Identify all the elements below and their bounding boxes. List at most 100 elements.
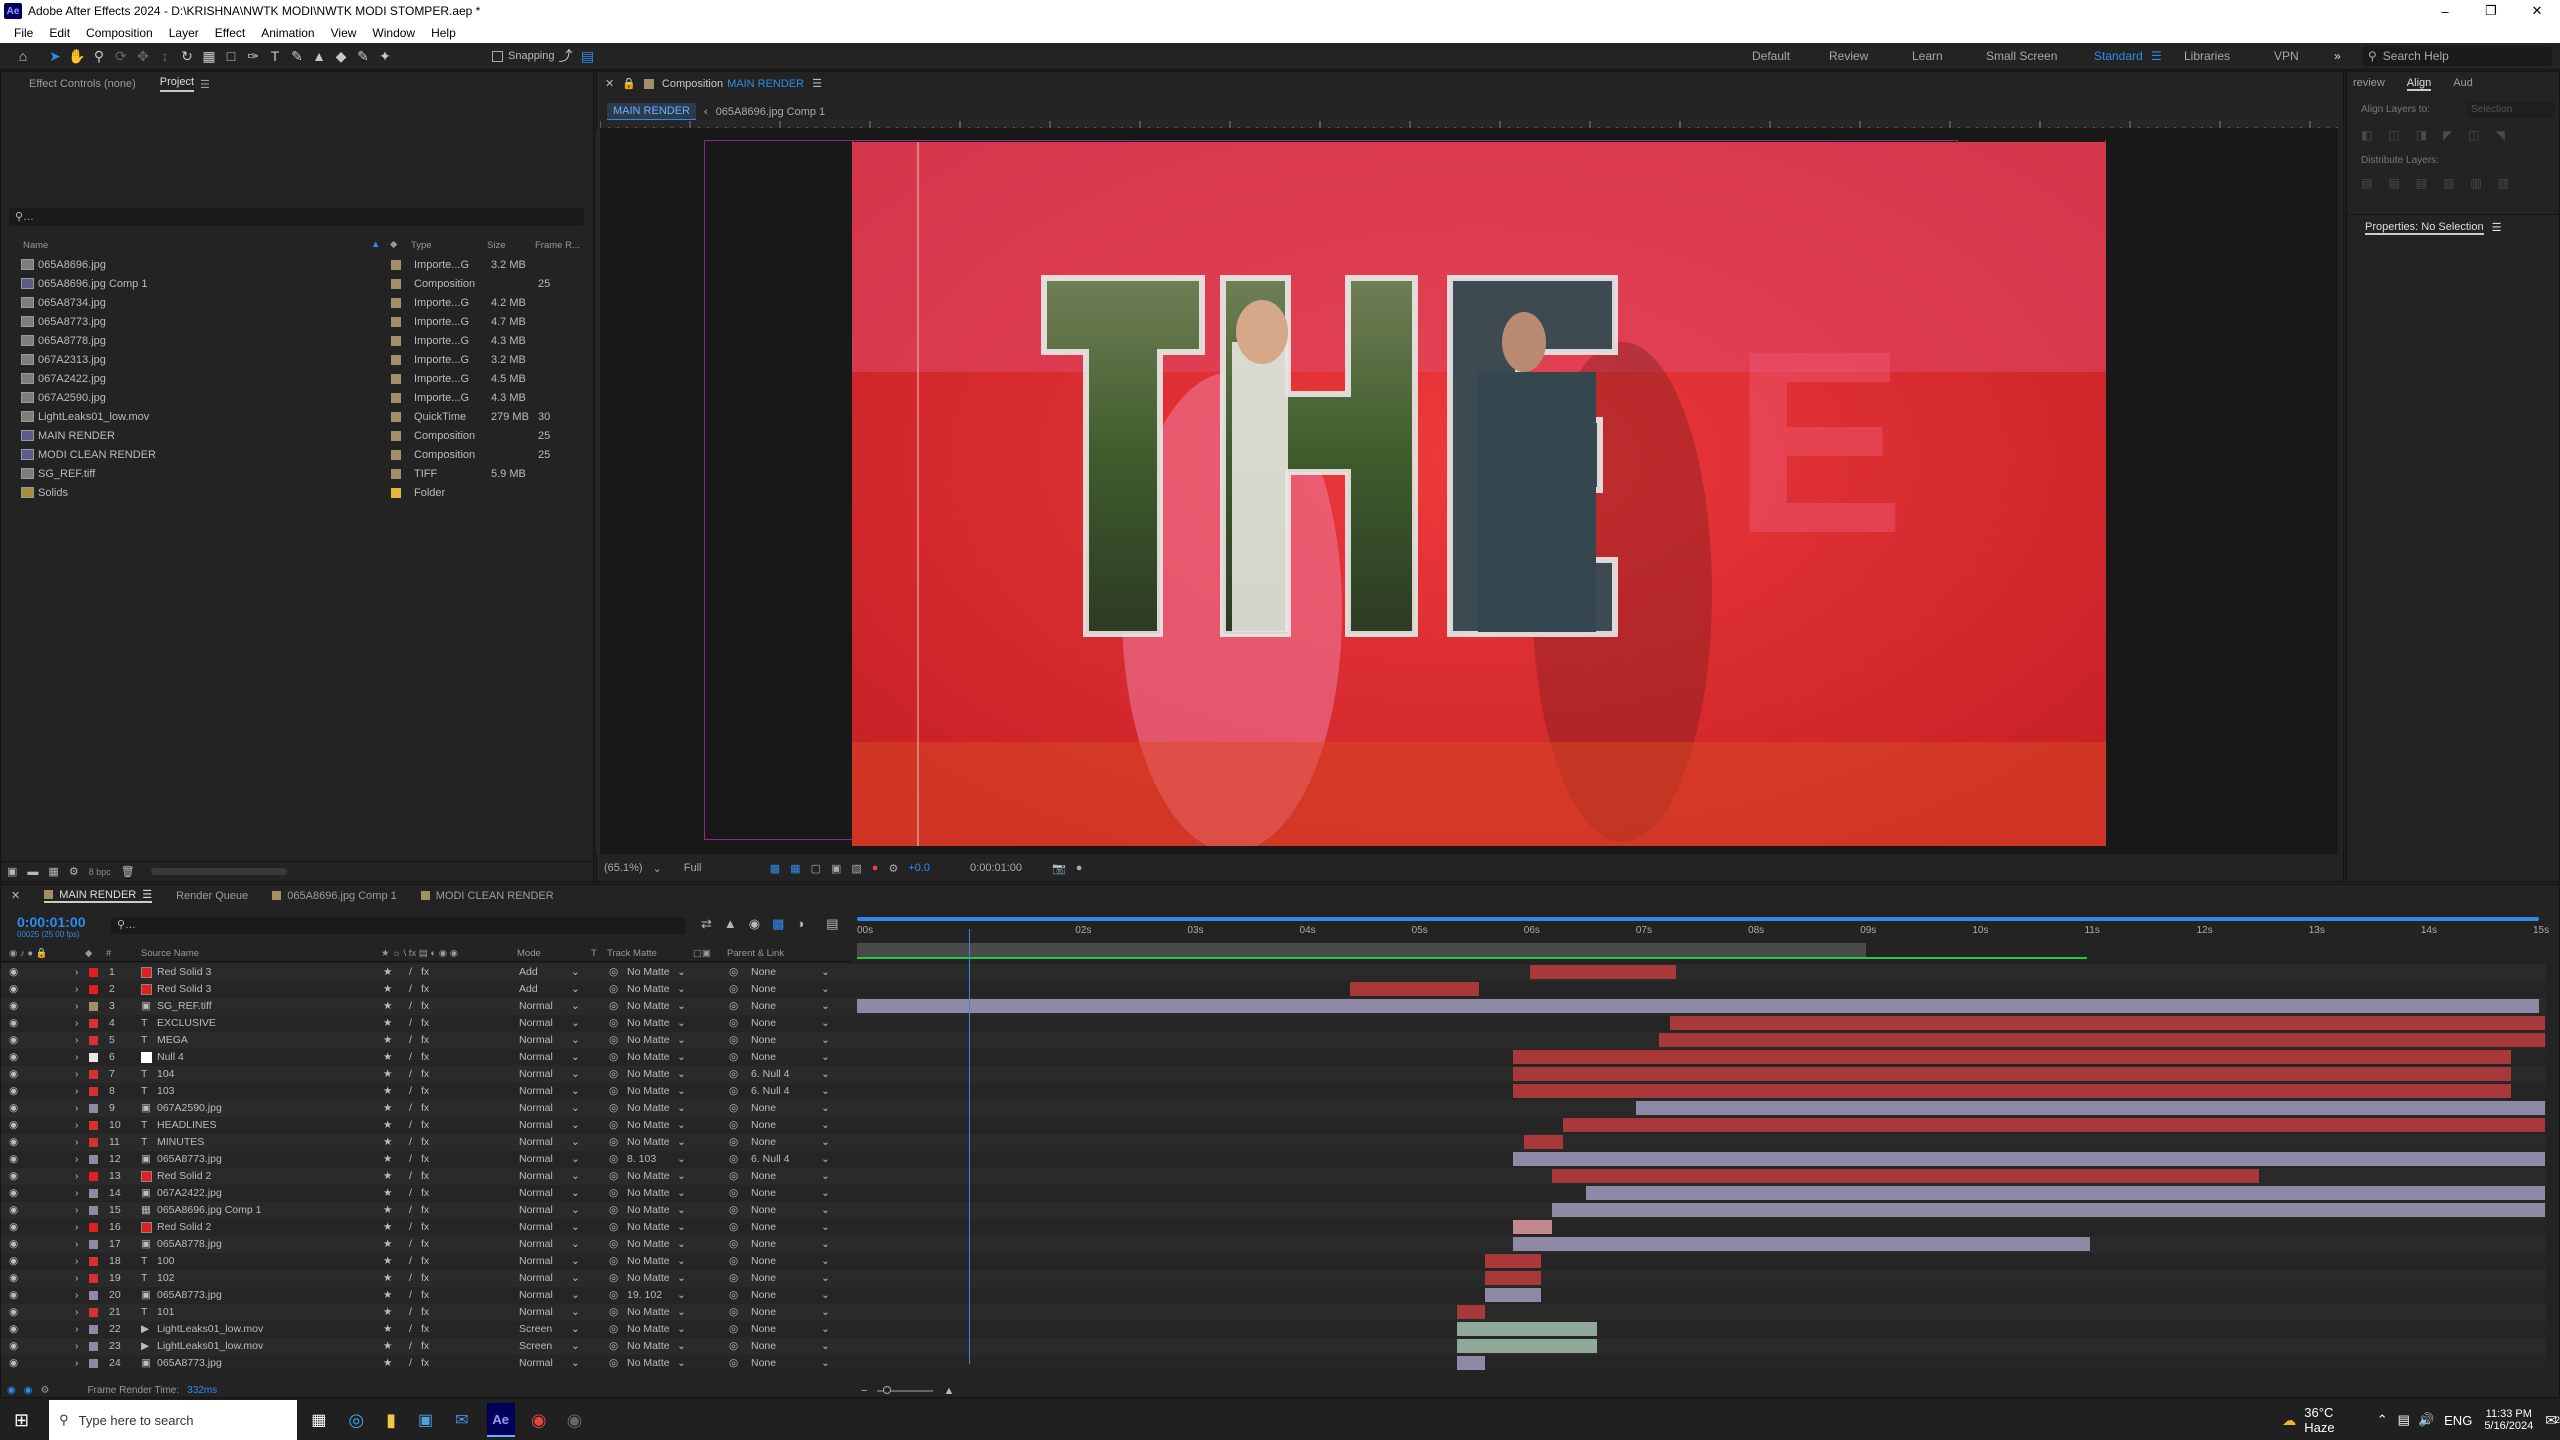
close-panel-icon[interactable]: ✕ — [605, 77, 614, 90]
align-vcenter-icon[interactable]: ◫ — [2468, 128, 2479, 142]
mode-chevron-icon[interactable]: ⌄ — [571, 1221, 580, 1233]
rectangle-tool-icon[interactable]: □ — [220, 45, 242, 67]
matte-chevron-icon[interactable]: ⌄ — [677, 1340, 686, 1352]
layer-duration-bar[interactable] — [1658, 1033, 2545, 1047]
project-item[interactable]: MODI CLEAN RENDER Composition 25 — [1, 445, 593, 464]
parent-chevron-icon[interactable]: ⌄ — [821, 1340, 830, 1352]
textcomp-layer-icon[interactable]: T — [141, 1085, 147, 1097]
image-layer-icon[interactable]: ▣ — [141, 1102, 151, 1114]
mode-chevron-icon[interactable]: ⌄ — [571, 1340, 580, 1352]
after-effects-taskbar-icon[interactable]: Ae — [486, 1403, 515, 1437]
layer-duration-bar[interactable] — [1669, 1016, 2545, 1030]
parent-pickwhip-icon[interactable]: ◎ — [729, 1221, 738, 1233]
quality-switch-icon[interactable]: / — [409, 1204, 412, 1216]
dolly-tool-icon[interactable]: ↕ — [154, 45, 176, 67]
track-matte-dropdown[interactable]: No Matte — [627, 1102, 670, 1114]
snapping-checkbox[interactable] — [492, 50, 503, 62]
parent-dropdown[interactable]: None — [751, 1340, 776, 1352]
effects-switch-icon[interactable]: fx — [421, 1051, 429, 1063]
lock-icon[interactable]: 🔒 — [622, 77, 636, 90]
shy-switch-icon[interactable]: ★ — [383, 1136, 392, 1148]
eraser-tool-icon[interactable]: ◆ — [330, 45, 352, 67]
start-windows-icon[interactable]: ⊞ — [14, 1410, 29, 1431]
project-item[interactable]: 065A8778.jpg Importe...G 4.3 MB — [1, 331, 593, 350]
expand-arrow-icon[interactable]: › — [75, 1340, 79, 1352]
matte-pickwhip-icon[interactable]: ◎ — [609, 1017, 618, 1029]
matte-chevron-icon[interactable]: ⌄ — [677, 1000, 686, 1012]
solid-color-icon[interactable] — [141, 1222, 152, 1233]
mode-chevron-icon[interactable]: ⌄ — [571, 1102, 580, 1114]
track-matte-dropdown[interactable]: No Matte — [627, 1340, 670, 1352]
blend-mode-dropdown[interactable]: Screen — [519, 1323, 552, 1335]
layer-duration-bar[interactable] — [1512, 1237, 2091, 1251]
blend-mode-dropdown[interactable]: Normal — [519, 1187, 553, 1199]
col-frame-rate[interactable]: Frame R... — [535, 240, 580, 251]
layer-duration-bar[interactable] — [1552, 1203, 2545, 1217]
blend-mode-dropdown[interactable]: Add — [519, 983, 538, 995]
timeline-menu-icon[interactable]: ☰ — [142, 888, 152, 901]
distribute-top-icon[interactable]: ▤ — [2361, 176, 2372, 190]
text-layer-icon[interactable]: T — [141, 1119, 147, 1131]
blend-mode-dropdown[interactable]: Normal — [519, 1051, 553, 1063]
visibility-eye-icon[interactable]: ◉ — [9, 1119, 18, 1131]
effects-switch-icon[interactable]: fx — [421, 1255, 429, 1267]
effects-switch-icon[interactable]: fx — [421, 1272, 429, 1284]
workspace-learn[interactable]: Learn — [1912, 49, 1943, 63]
shy-switch-icon[interactable]: ★ — [383, 1000, 392, 1012]
matte-pickwhip-icon[interactable]: ◎ — [609, 1306, 618, 1318]
quality-switch-icon[interactable]: / — [409, 1000, 412, 1012]
blend-mode-dropdown[interactable]: Normal — [519, 1017, 553, 1029]
layer-row[interactable]: ◉ › 14 ▣ 067A2422.jpg ★ / fx Normal ⌄ ◎ No Matte ⌄ ◎ N… — [1, 1185, 2546, 1202]
shy-switch-icon[interactable]: ★ — [383, 1187, 392, 1199]
new-comp-icon[interactable]: ▦ — [48, 865, 58, 878]
breadcrumb-comp-1[interactable]: 065A8696.jpg Comp 1 — [716, 106, 825, 118]
timeline-timecode[interactable]: 0:00:01:00 — [17, 914, 86, 930]
rotate-tool-icon[interactable]: ↻ — [176, 45, 198, 67]
parent-chevron-icon[interactable]: ⌄ — [821, 1255, 830, 1267]
bit-depth-label[interactable]: 8 bpc — [89, 867, 111, 877]
blend-mode-dropdown[interactable]: Normal — [519, 1238, 553, 1250]
layer-row[interactable]: ◉ › 1 Red Solid 3 ★ / fx Add ⌄ ◎ No Matte ⌄ ◎ None ⌄ — [1, 964, 2546, 981]
task-view-icon[interactable]: ▦ — [311, 1410, 326, 1430]
tab-main-render[interactable]: MAIN RENDER ☰ — [44, 888, 153, 903]
shy-switch-icon[interactable]: ★ — [383, 1068, 392, 1080]
layer-duration-bar[interactable] — [1484, 1254, 1541, 1268]
project-item[interactable]: 067A2590.jpg Importe...G 4.3 MB — [1, 388, 593, 407]
zoom-slider-knob[interactable] — [883, 1386, 892, 1394]
blend-mode-dropdown[interactable]: Normal — [519, 1289, 553, 1301]
quality-switch-icon[interactable]: / — [409, 1068, 412, 1080]
tab-project[interactable]: Project — [159, 76, 195, 92]
shy-switch-icon[interactable]: ★ — [383, 1238, 392, 1250]
text-layer-icon[interactable]: T — [141, 1034, 147, 1046]
layer-row[interactable]: ◉ › 13 Red Solid 2 ★ / fx Normal ⌄ ◎ No Matte ⌄ ◎ Non… — [1, 1168, 2546, 1185]
matte-pickwhip-icon[interactable]: ◎ — [609, 1085, 618, 1097]
visibility-eye-icon[interactable]: ◉ — [9, 983, 18, 995]
parent-dropdown[interactable]: None — [751, 1238, 776, 1250]
effects-switch-icon[interactable]: fx — [421, 1136, 429, 1148]
parent-dropdown[interactable]: None — [751, 1306, 776, 1318]
menu-animation[interactable]: Animation — [253, 26, 322, 40]
shy-switch-icon[interactable]: ★ — [383, 983, 392, 995]
shy-switch-icon[interactable]: ★ — [383, 1051, 392, 1063]
matte-chevron-icon[interactable]: ⌄ — [677, 1136, 686, 1148]
parent-pickwhip-icon[interactable]: ◎ — [729, 1051, 738, 1063]
parent-pickwhip-icon[interactable]: ◎ — [729, 1034, 738, 1046]
quality-switch-icon[interactable]: / — [409, 1034, 412, 1046]
layer-row[interactable]: ◉ › 20 ▣ 065A8773.jpg ★ / fx Normal ⌄ ◎ 19. 102 ⌄ ◎ No… — [1, 1287, 2546, 1304]
track-matte-dropdown[interactable]: No Matte — [627, 1255, 670, 1267]
shy-switch-icon[interactable]: ★ — [383, 1340, 392, 1352]
label-color-swatch[interactable] — [391, 487, 401, 498]
microsoft-store-icon[interactable]: ▣ — [418, 1410, 433, 1430]
mode-chevron-icon[interactable]: ⌄ — [571, 1000, 580, 1012]
label-color-swatch[interactable] — [391, 468, 401, 479]
matte-pickwhip-icon[interactable]: ◎ — [609, 983, 618, 995]
expand-arrow-icon[interactable]: › — [75, 1238, 79, 1250]
parent-chevron-icon[interactable]: ⌄ — [821, 1323, 830, 1335]
label-color-swatch[interactable] — [391, 278, 401, 289]
clock[interactable]: 11:33 PM 5/16/2024 — [2484, 1408, 2533, 1432]
blend-mode-dropdown[interactable]: Normal — [519, 1085, 553, 1097]
shy-switch-icon[interactable]: ★ — [383, 1085, 392, 1097]
shy-switch-icon[interactable]: ★ — [383, 1153, 392, 1165]
expand-arrow-icon[interactable]: › — [75, 983, 79, 995]
parent-pickwhip-icon[interactable]: ◎ — [729, 1187, 738, 1199]
